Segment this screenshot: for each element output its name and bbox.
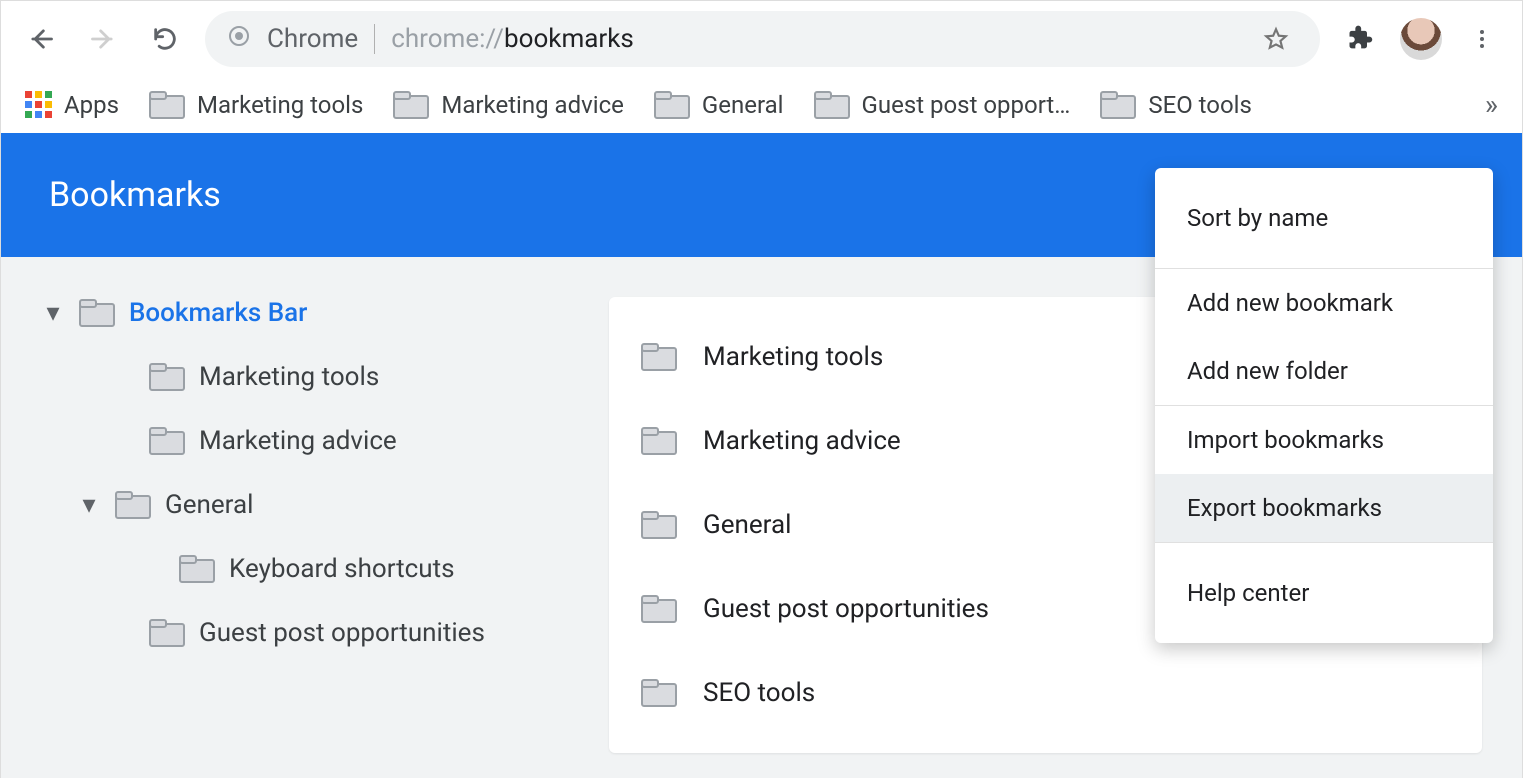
list-label: SEO tools (703, 678, 815, 708)
menu-sort-by-name[interactable]: Sort by name (1155, 168, 1493, 268)
apps-shortcut[interactable]: Apps (25, 91, 119, 119)
folder-icon (149, 426, 185, 456)
reload-button[interactable] (143, 17, 187, 61)
bookmark-folder[interactable]: Marketing tools (149, 90, 363, 120)
list-label: Marketing tools (703, 342, 883, 372)
list-label: Guest post opportunities (703, 594, 989, 624)
folder-icon (149, 90, 185, 120)
site-info-icon[interactable] (227, 24, 251, 55)
bookmark-label: General (702, 91, 784, 119)
folder-icon (641, 594, 677, 624)
bookmark-label: Marketing tools (197, 91, 363, 119)
folder-icon (179, 554, 215, 584)
tree-label: Bookmarks Bar (129, 298, 307, 328)
list-item[interactable]: SEO tools (609, 651, 1482, 735)
bookmark-label: Guest post opport… (862, 91, 1071, 119)
folder-icon (149, 618, 185, 648)
tree-item[interactable]: Marketing tools (1, 345, 609, 409)
menu-add-bookmark[interactable]: Add new bookmark (1155, 269, 1493, 337)
folder-icon (115, 490, 151, 520)
back-button[interactable] (19, 17, 63, 61)
chevron-down-icon[interactable]: ▾ (41, 298, 65, 328)
tree-label: Guest post opportunities (199, 618, 485, 648)
tree-label: General (165, 490, 253, 520)
folder-icon (641, 342, 677, 372)
bookmark-star-icon[interactable] (1254, 17, 1298, 61)
omnibox-divider (374, 24, 375, 54)
tree-label: Marketing tools (199, 362, 379, 392)
profile-avatar[interactable] (1400, 18, 1442, 60)
organize-menu: Sort by name Add new bookmark Add new fo… (1155, 168, 1493, 643)
tree-label: Keyboard shortcuts (229, 554, 455, 584)
chevron-down-icon[interactable]: ▾ (77, 490, 101, 520)
menu-help-center[interactable]: Help center (1155, 543, 1493, 643)
apps-icon (25, 91, 52, 118)
browser-menu-icon[interactable] (1460, 17, 1504, 61)
apps-label: Apps (64, 91, 119, 119)
bookmark-folder[interactable]: Marketing advice (393, 90, 624, 120)
site-label: Chrome (267, 24, 358, 54)
bookmark-folder[interactable]: General (654, 90, 784, 120)
browser-toolbar: Chrome chrome://bookmarks (1, 1, 1522, 77)
list-label: General (703, 510, 791, 540)
menu-add-folder[interactable]: Add new folder (1155, 337, 1493, 405)
tree-root-bookmarks-bar[interactable]: ▾ Bookmarks Bar (1, 281, 609, 345)
tree-item[interactable]: Guest post opportunities (1, 601, 609, 665)
folder-icon (641, 510, 677, 540)
forward-button[interactable] (81, 17, 125, 61)
folder-icon (654, 90, 690, 120)
tree-item[interactable]: Marketing advice (1, 409, 609, 473)
folder-icon (641, 426, 677, 456)
menu-export-bookmarks[interactable]: Export bookmarks (1155, 474, 1493, 542)
bookmarks-overflow-icon[interactable]: » (1485, 88, 1498, 121)
page-title: Bookmarks (49, 175, 221, 215)
sidebar-tree: ▾ Bookmarks Bar Marketing tools Marketin… (1, 257, 609, 778)
bookmark-label: SEO tools (1148, 91, 1252, 119)
tree-item[interactable]: Keyboard shortcuts (1, 537, 609, 601)
folder-icon (1100, 90, 1136, 120)
tree-item-general[interactable]: ▾ General (1, 473, 609, 537)
folder-icon (393, 90, 429, 120)
folder-icon (79, 298, 115, 328)
menu-import-bookmarks[interactable]: Import bookmarks (1155, 406, 1493, 474)
address-bar[interactable]: Chrome chrome://bookmarks (205, 11, 1320, 67)
list-label: Marketing advice (703, 426, 901, 456)
extensions-icon[interactable] (1338, 17, 1382, 61)
folder-icon (814, 90, 850, 120)
bookmark-label: Marketing advice (441, 91, 624, 119)
tree-label: Marketing advice (199, 426, 397, 456)
bookmark-folder[interactable]: Guest post opport… (814, 90, 1071, 120)
folder-icon (641, 678, 677, 708)
bookmark-folder[interactable]: SEO tools (1100, 90, 1252, 120)
folder-icon (149, 362, 185, 392)
url-text: chrome://bookmarks (391, 24, 634, 54)
bookmarks-bar: Apps Marketing tools Marketing advice Ge… (1, 77, 1522, 133)
